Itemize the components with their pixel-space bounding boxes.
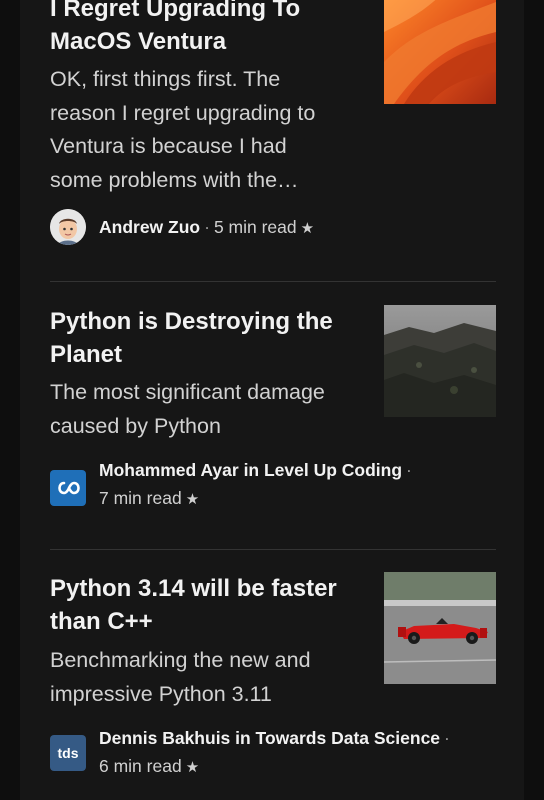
article-title[interactable]: Python 3.14 will be faster than C++ [50,572,360,638]
article-feed: I Regret Upgrading To MacOS Ventura OK, … [20,0,524,800]
article-subtitle: Benchmarking the new and impressive Pyth… [50,644,360,711]
article-meta: Dennis Bakhuis in Towards Data Science · … [99,724,454,782]
divider [50,549,496,550]
title-line: Python 3.14 will be faster [50,575,337,602]
title-line: Planet [50,341,123,368]
title-line: than C++ [50,608,153,635]
member-only-star-icon: ★ [300,220,315,237]
member-only-star-icon: ★ [185,759,200,776]
race-car-thumbnail[interactable] [384,572,496,684]
read-time: 5 min read [213,217,297,237]
article-card-1[interactable]: I Regret Upgrading To MacOS Ventura OK, … [50,0,496,270]
article-card-3[interactable]: Python 3.14 will be faster than C++ Benc… [50,565,496,800]
tds-logo-text: tds [57,745,79,761]
article-title[interactable]: I Regret Upgrading To MacOS Ventura [50,0,360,58]
level-up-coding-logo-icon [58,481,80,495]
separator-dot: · [204,217,210,237]
publication-icon[interactable]: tds [50,735,86,771]
author-name[interactable]: Mohammed Ayar in Level Up Coding [99,460,402,480]
title-line: Python is Destroying the [50,308,333,335]
author-name[interactable]: Dennis Bakhuis in Towards Data Science [99,728,440,748]
article-title[interactable]: Python is Destroying the Planet [50,305,360,371]
article-subtitle: The most significant damage caused by Py… [50,376,360,443]
title-line: MacOS Ventura [50,28,227,55]
subtitle-line: caused by Python [50,413,221,438]
separator-dot: · [444,728,450,748]
macos-ventura-wallpaper-image [384,0,496,104]
mountain-thumbnail[interactable] [384,305,496,417]
subtitle-line: Ventura is because I had [50,134,287,158]
memoji-avatar-icon [50,209,86,245]
article-meta: Mohammed Ayar in Level Up Coding · 7 min … [99,456,416,514]
publication-icon[interactable] [50,470,86,506]
subtitle-line: The most significant damage [50,380,325,404]
divider [50,281,496,282]
subtitle-line: reason I regret upgrading to [50,100,316,125]
avatar[interactable] [50,209,86,245]
macos-ventura-thumbnail[interactable] [384,0,496,104]
separator-dot: · [406,460,412,480]
article-card-2[interactable]: Python is Destroying the Planet The most… [50,297,496,527]
author-name[interactable]: Andrew Zuo [99,217,200,237]
mountain-landscape-image [384,305,496,417]
read-time: 6 min read [99,756,182,776]
subtitle-line: Benchmarking the new and [50,648,311,672]
member-only-star-icon: ★ [185,491,200,508]
subtitle-line: some problems with the… [50,167,299,192]
race-car-image [384,572,496,684]
article-meta: Andrew Zuo · 5 min read ★ [99,213,314,243]
subtitle-line: OK, first things first. The [50,67,281,91]
article-subtitle: OK, first things first. The reason I reg… [50,63,360,197]
subtitle-line: impressive Python 3.11 [50,681,272,706]
read-time: 7 min read [99,488,182,508]
title-line: I Regret Upgrading To [50,0,301,22]
